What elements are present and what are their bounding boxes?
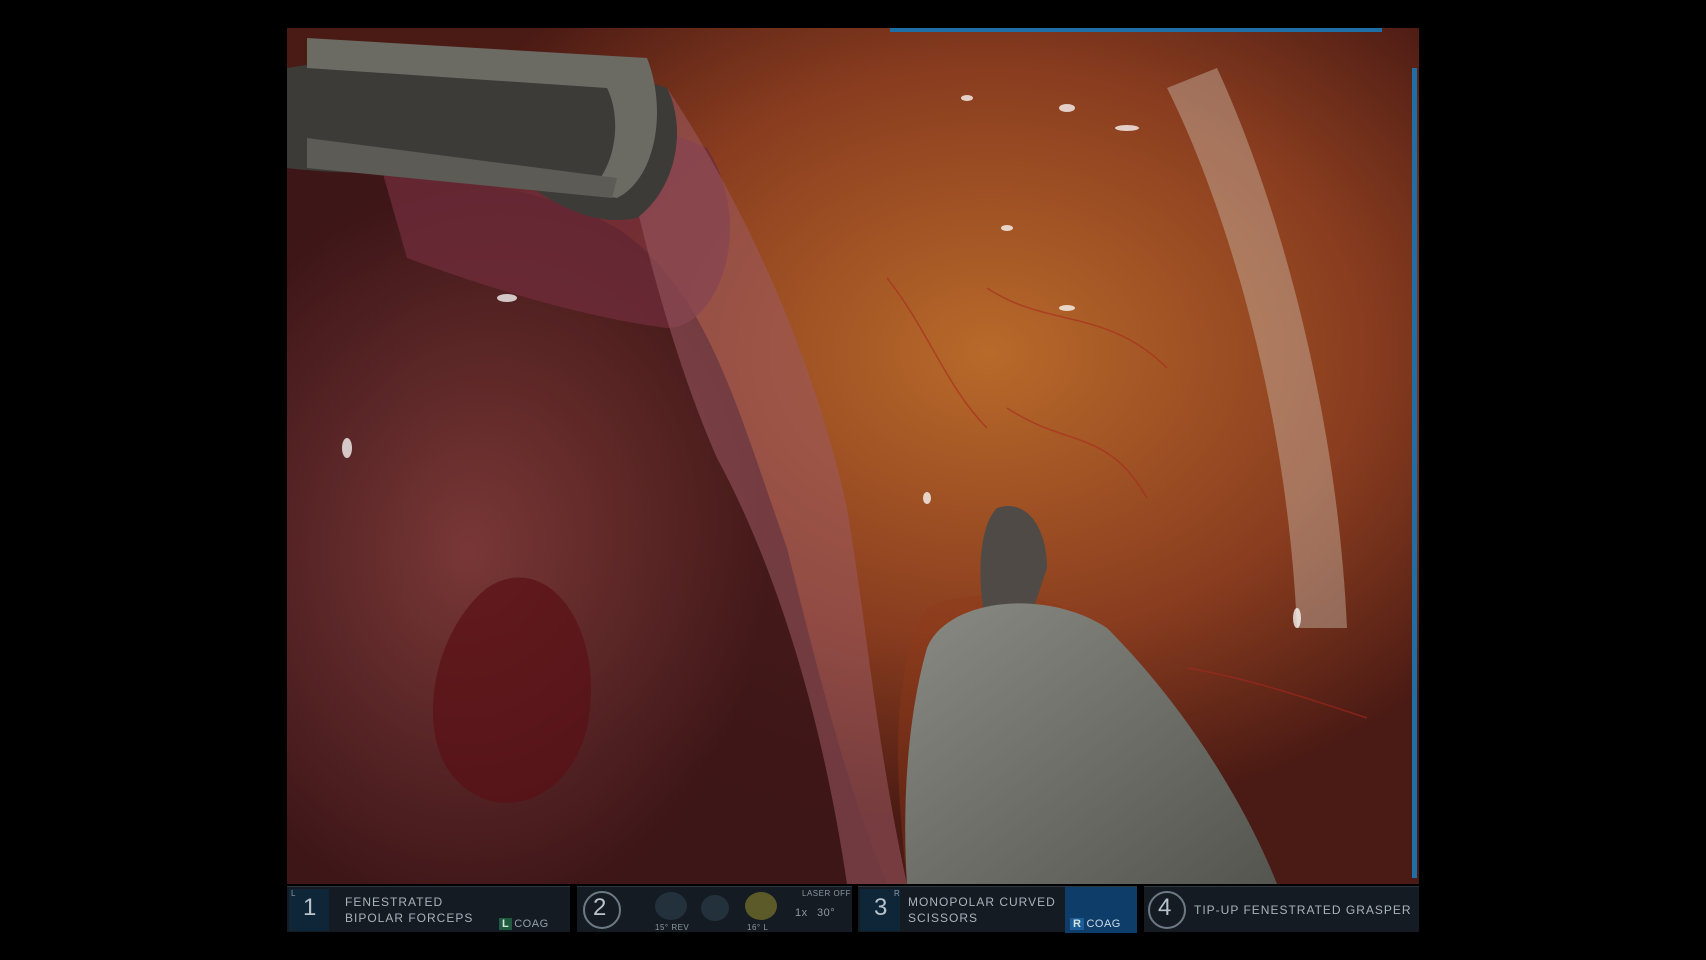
arm-3-instrument-name-line1: MONOPOLAR CURVED — [908, 895, 1056, 909]
arm-3-side-indicator: R — [894, 889, 901, 898]
arm-4-panel[interactable]: 4 TIP-UP FENESTRATED GRASPER — [1144, 886, 1419, 932]
arm-3-number: 3 — [874, 894, 888, 921]
arm-3-energy-mode: COAG — [1086, 918, 1121, 930]
arm-4-instrument-name: TIP-UP FENESTRATED GRASPER — [1194, 903, 1412, 917]
camera-right-tilt-icon — [745, 892, 777, 920]
camera-right-angle: 16° L — [747, 923, 769, 932]
arm-1-side-indicator: L — [291, 889, 296, 898]
camera-scope-icon — [701, 895, 729, 921]
camera-panel[interactable]: 2 LASER OFF 15° REV 16° L 1x 30° — [577, 886, 852, 932]
arm-1-energy-indicator: L COAG — [499, 918, 549, 930]
arm-4-number: 4 — [1158, 894, 1172, 921]
arm-1-panel[interactable]: L 1 FENESTRATED BIPOLAR FORCEPS L COAG — [287, 886, 570, 932]
arm-3-instrument-name-line2: SCISSORS — [908, 911, 979, 925]
hud-top-indicator — [890, 28, 1382, 32]
surgical-scene-image — [287, 28, 1419, 884]
arm-1-energy-mode: COAG — [514, 918, 549, 930]
arm-1-instrument-name-line1: FENESTRATED — [345, 895, 444, 909]
arm-1-number: 1 — [303, 894, 317, 921]
arm-3-energy-side: R — [1070, 918, 1085, 930]
arm-2-number: 2 — [593, 894, 607, 921]
camera-zoom: 1x — [795, 907, 808, 919]
camera-left-tilt-icon — [655, 892, 687, 920]
arm-1-energy-side: L — [499, 918, 513, 930]
arm-3-panel[interactable]: R 3 MONOPOLAR CURVED SCISSORS R COAG — [858, 886, 1137, 933]
arm-3-energy-indicator: R COAG — [1070, 918, 1121, 930]
arm-1-instrument-name-line2: BIPOLAR FORCEPS — [345, 911, 474, 925]
camera-left-angle: 15° REV — [655, 923, 690, 932]
laser-status: LASER OFF — [802, 889, 851, 898]
scope-angle: 30° — [817, 907, 836, 919]
hud-right-indicator — [1412, 68, 1417, 878]
endoscope-video-view — [287, 28, 1419, 884]
instrument-status-bar: L 1 FENESTRATED BIPOLAR FORCEPS L COAG 2 … — [287, 886, 1419, 933]
